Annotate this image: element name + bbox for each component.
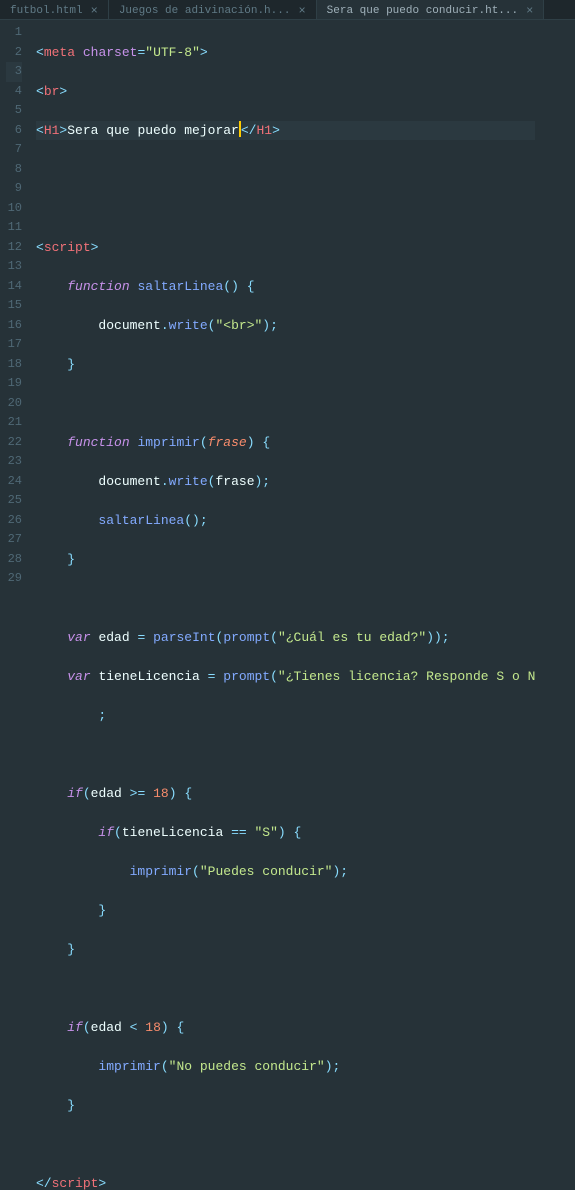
close-icon[interactable]: × — [526, 4, 533, 18]
tab-1[interactable]: Juegos de adivinación.h... × — [109, 0, 317, 19]
close-icon[interactable]: × — [91, 4, 98, 18]
tab-0[interactable]: futbol.html × — [0, 0, 109, 19]
tab-label: futbol.html — [10, 5, 83, 17]
tab-label: Sera que puedo conducir.ht... — [327, 5, 518, 17]
code-area[interactable]: <meta charset="UTF-8"> <br> <H1>Sera que… — [32, 20, 535, 595]
line-number-gutter: 1 2 3 4 5 6 7 8 9 10 11 12 13 14 15 16 1… — [0, 20, 32, 595]
tab-2[interactable]: Sera que puedo conducir.ht... × — [317, 0, 545, 19]
editor: 1 2 3 4 5 6 7 8 9 10 11 12 13 14 15 16 1… — [0, 20, 575, 595]
tab-bar: futbol.html × Juegos de adivinación.h...… — [0, 0, 575, 20]
tab-label: Juegos de adivinación.h... — [119, 5, 291, 17]
close-icon[interactable]: × — [298, 4, 305, 18]
